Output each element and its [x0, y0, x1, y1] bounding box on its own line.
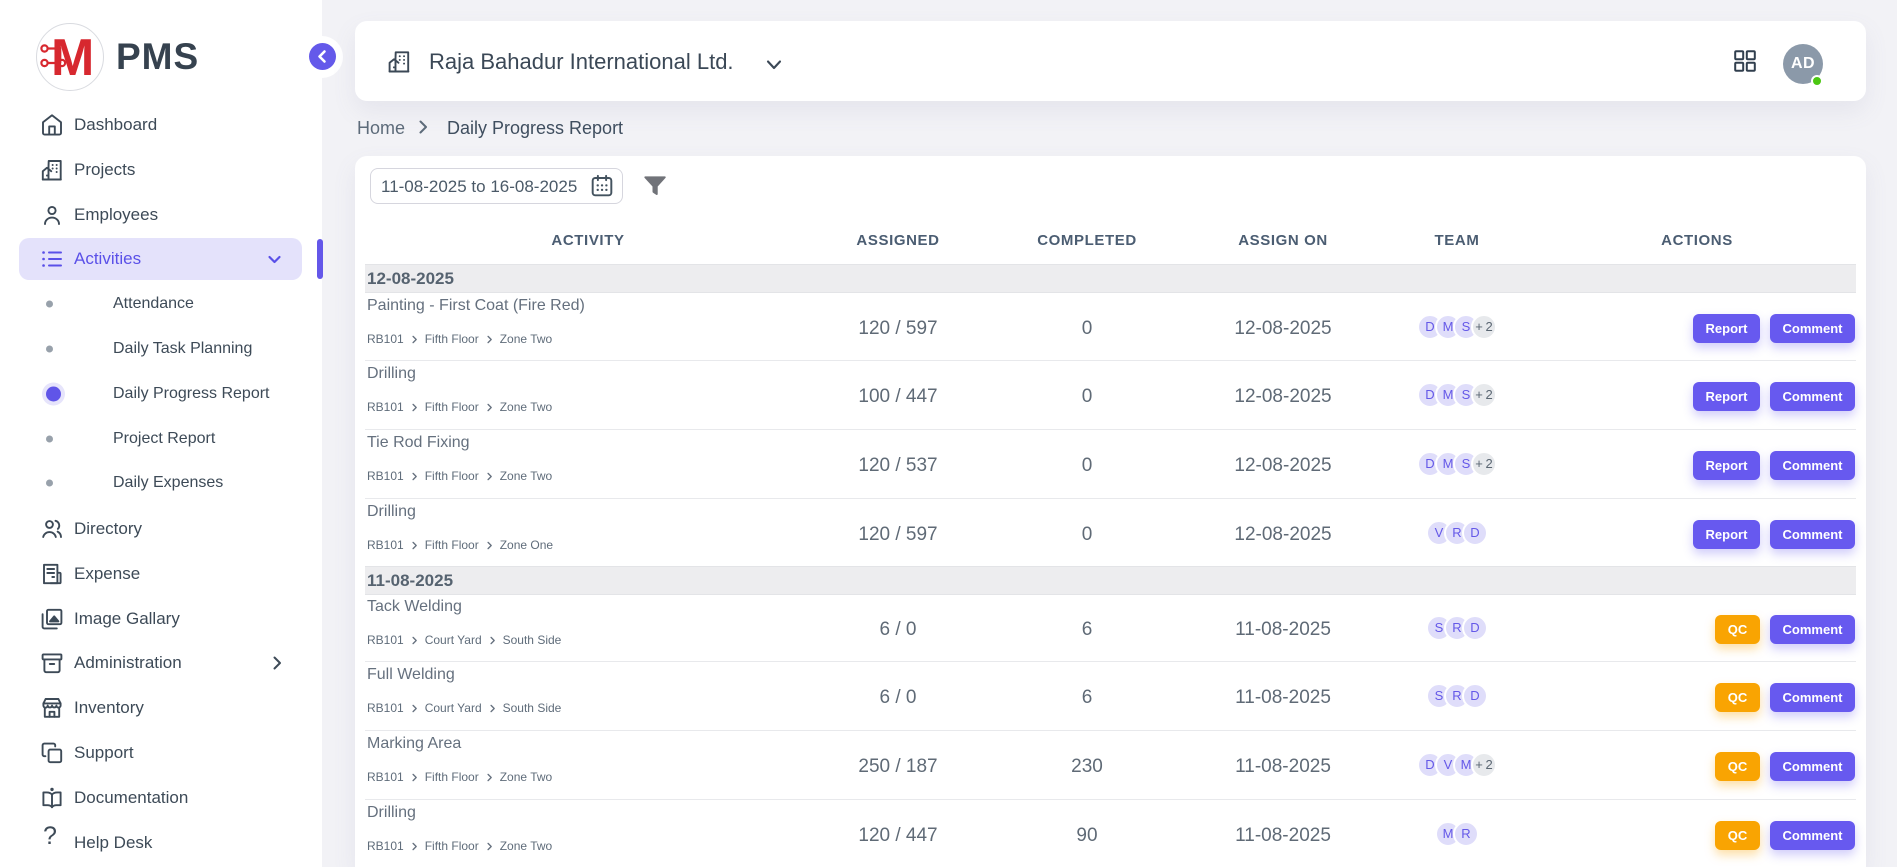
svg-text:M: M — [51, 29, 94, 87]
